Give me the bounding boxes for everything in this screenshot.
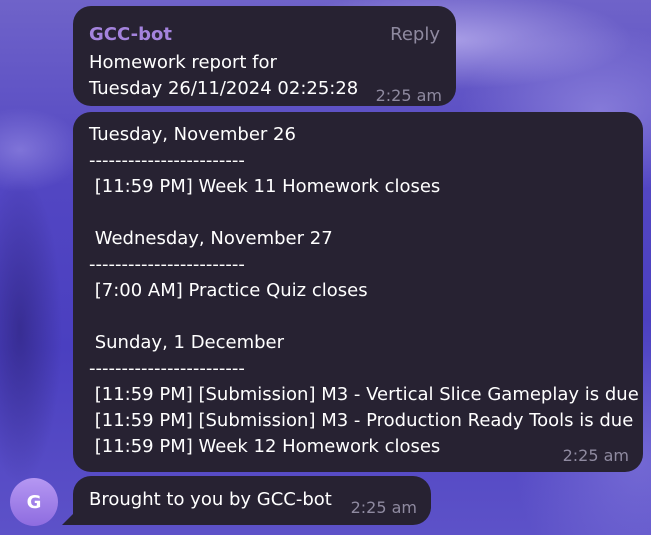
message-text: Homework report for Tuesday 26/11/2024 0… [89,52,359,99]
message-timestamp: 2:25 am [350,498,417,517]
avatar[interactable]: G [10,478,58,526]
message-bubble-footer[interactable]: Brought to you by GCC-bot 2:25 am [73,476,431,525]
reply-button[interactable]: Reply [390,24,440,46]
message-text: Tuesday, November 26 -------------------… [89,124,639,457]
message-bubble-report-header[interactable]: GCC-bot Reply Homework report for Tuesda… [73,6,456,106]
message-text: Brought to you by GCC-bot [89,489,332,510]
message-timestamp: 2:25 am [375,86,442,105]
message-timestamp: 2:25 am [562,446,629,465]
sender-name[interactable]: GCC-bot [89,24,172,46]
message-bubble-homework-list[interactable]: Tuesday, November 26 -------------------… [73,112,643,472]
